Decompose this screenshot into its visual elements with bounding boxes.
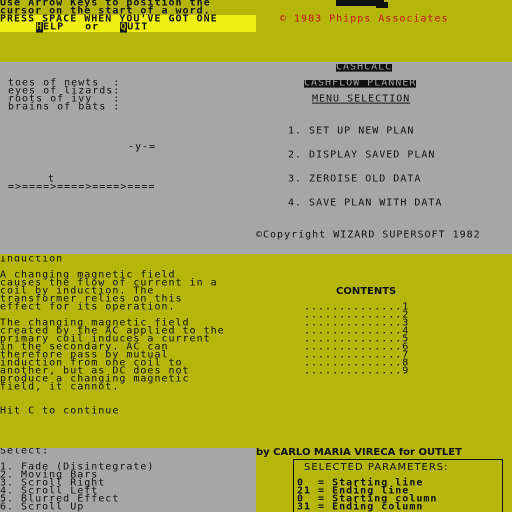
induction-title: Induction: [0, 256, 64, 265]
recipe-line-4: brains of bats :: [8, 102, 121, 113]
para1-line: effect for its operation.: [0, 302, 176, 313]
select-panel: Select: 1. Fade (Disintegrate) 2. Moving…: [0, 448, 256, 512]
para2-line: field, it cannot.: [0, 382, 120, 393]
contents-leader: ..............: [304, 366, 403, 377]
params-panel: by CARLO MARIA VIRECA for OUTLET SELECTE…: [256, 448, 512, 512]
param-end-column: 31 = Ending column: [297, 502, 424, 512]
byline: by CARLO MARIA VIRECA for OUTLET: [256, 448, 462, 458]
cashcalc-subtitle: CASHFLOW PLANNER: [304, 78, 417, 89]
instructions-panel: Use Arrow Keys to position the cursor on…: [0, 0, 256, 60]
continue-prompt[interactable]: Hit C to continue: [0, 407, 119, 417]
phipps-copyright: © 1983 Phipps Associates: [280, 14, 449, 25]
menu-selection-title: MENU SELECTION: [312, 94, 411, 105]
params-title: SELECTED PARAMETERS:: [304, 462, 449, 473]
params-box: SELECTED PARAMETERS: 0 = Starting line 2…: [293, 459, 503, 512]
help-key[interactable]: H: [36, 22, 44, 33]
menu-option-1[interactable]: 1. SET UP NEW PLAN: [288, 127, 414, 137]
help-label[interactable]: ELP: [43, 22, 64, 32]
effect-option-6[interactable]: 6. Scroll Up: [0, 503, 84, 512]
help-quit-line: HELP or QUIT: [36, 22, 148, 33]
contents-title: CONTENTS: [336, 286, 397, 297]
arrow-track: =>====>====>====>====: [8, 182, 156, 193]
menu-option-3[interactable]: 3. ZEROISE OLD DATA: [288, 175, 421, 185]
wizard-copyright: ©Copyright WIZARD SUPERSOFT 1982: [256, 230, 481, 241]
induction-panel: Induction A changing magnetic field caus…: [0, 256, 256, 448]
contents-panel: CONTENTS ..............1 ..............2.…: [256, 256, 512, 448]
quit-label[interactable]: UIT: [127, 22, 148, 32]
copyright-panel: © 1983 Phipps Associates: [256, 0, 512, 60]
menu-option-4[interactable]: 4. SAVE PLAN WITH DATA: [288, 199, 442, 209]
contents-row[interactable]: ..............9: [304, 366, 410, 377]
menu-option-2[interactable]: 2. DISPLAY SAVED PLAN: [288, 151, 435, 161]
or-label: or: [85, 22, 100, 33]
gray-band: toes of newts : eyes of lizards: roots o…: [0, 62, 512, 254]
select-title: Select:: [0, 448, 50, 457]
cursor-marker: -y-=: [128, 142, 157, 153]
contents-number: 9: [402, 366, 410, 377]
cashcalc-title: CASHCALC: [336, 62, 393, 73]
